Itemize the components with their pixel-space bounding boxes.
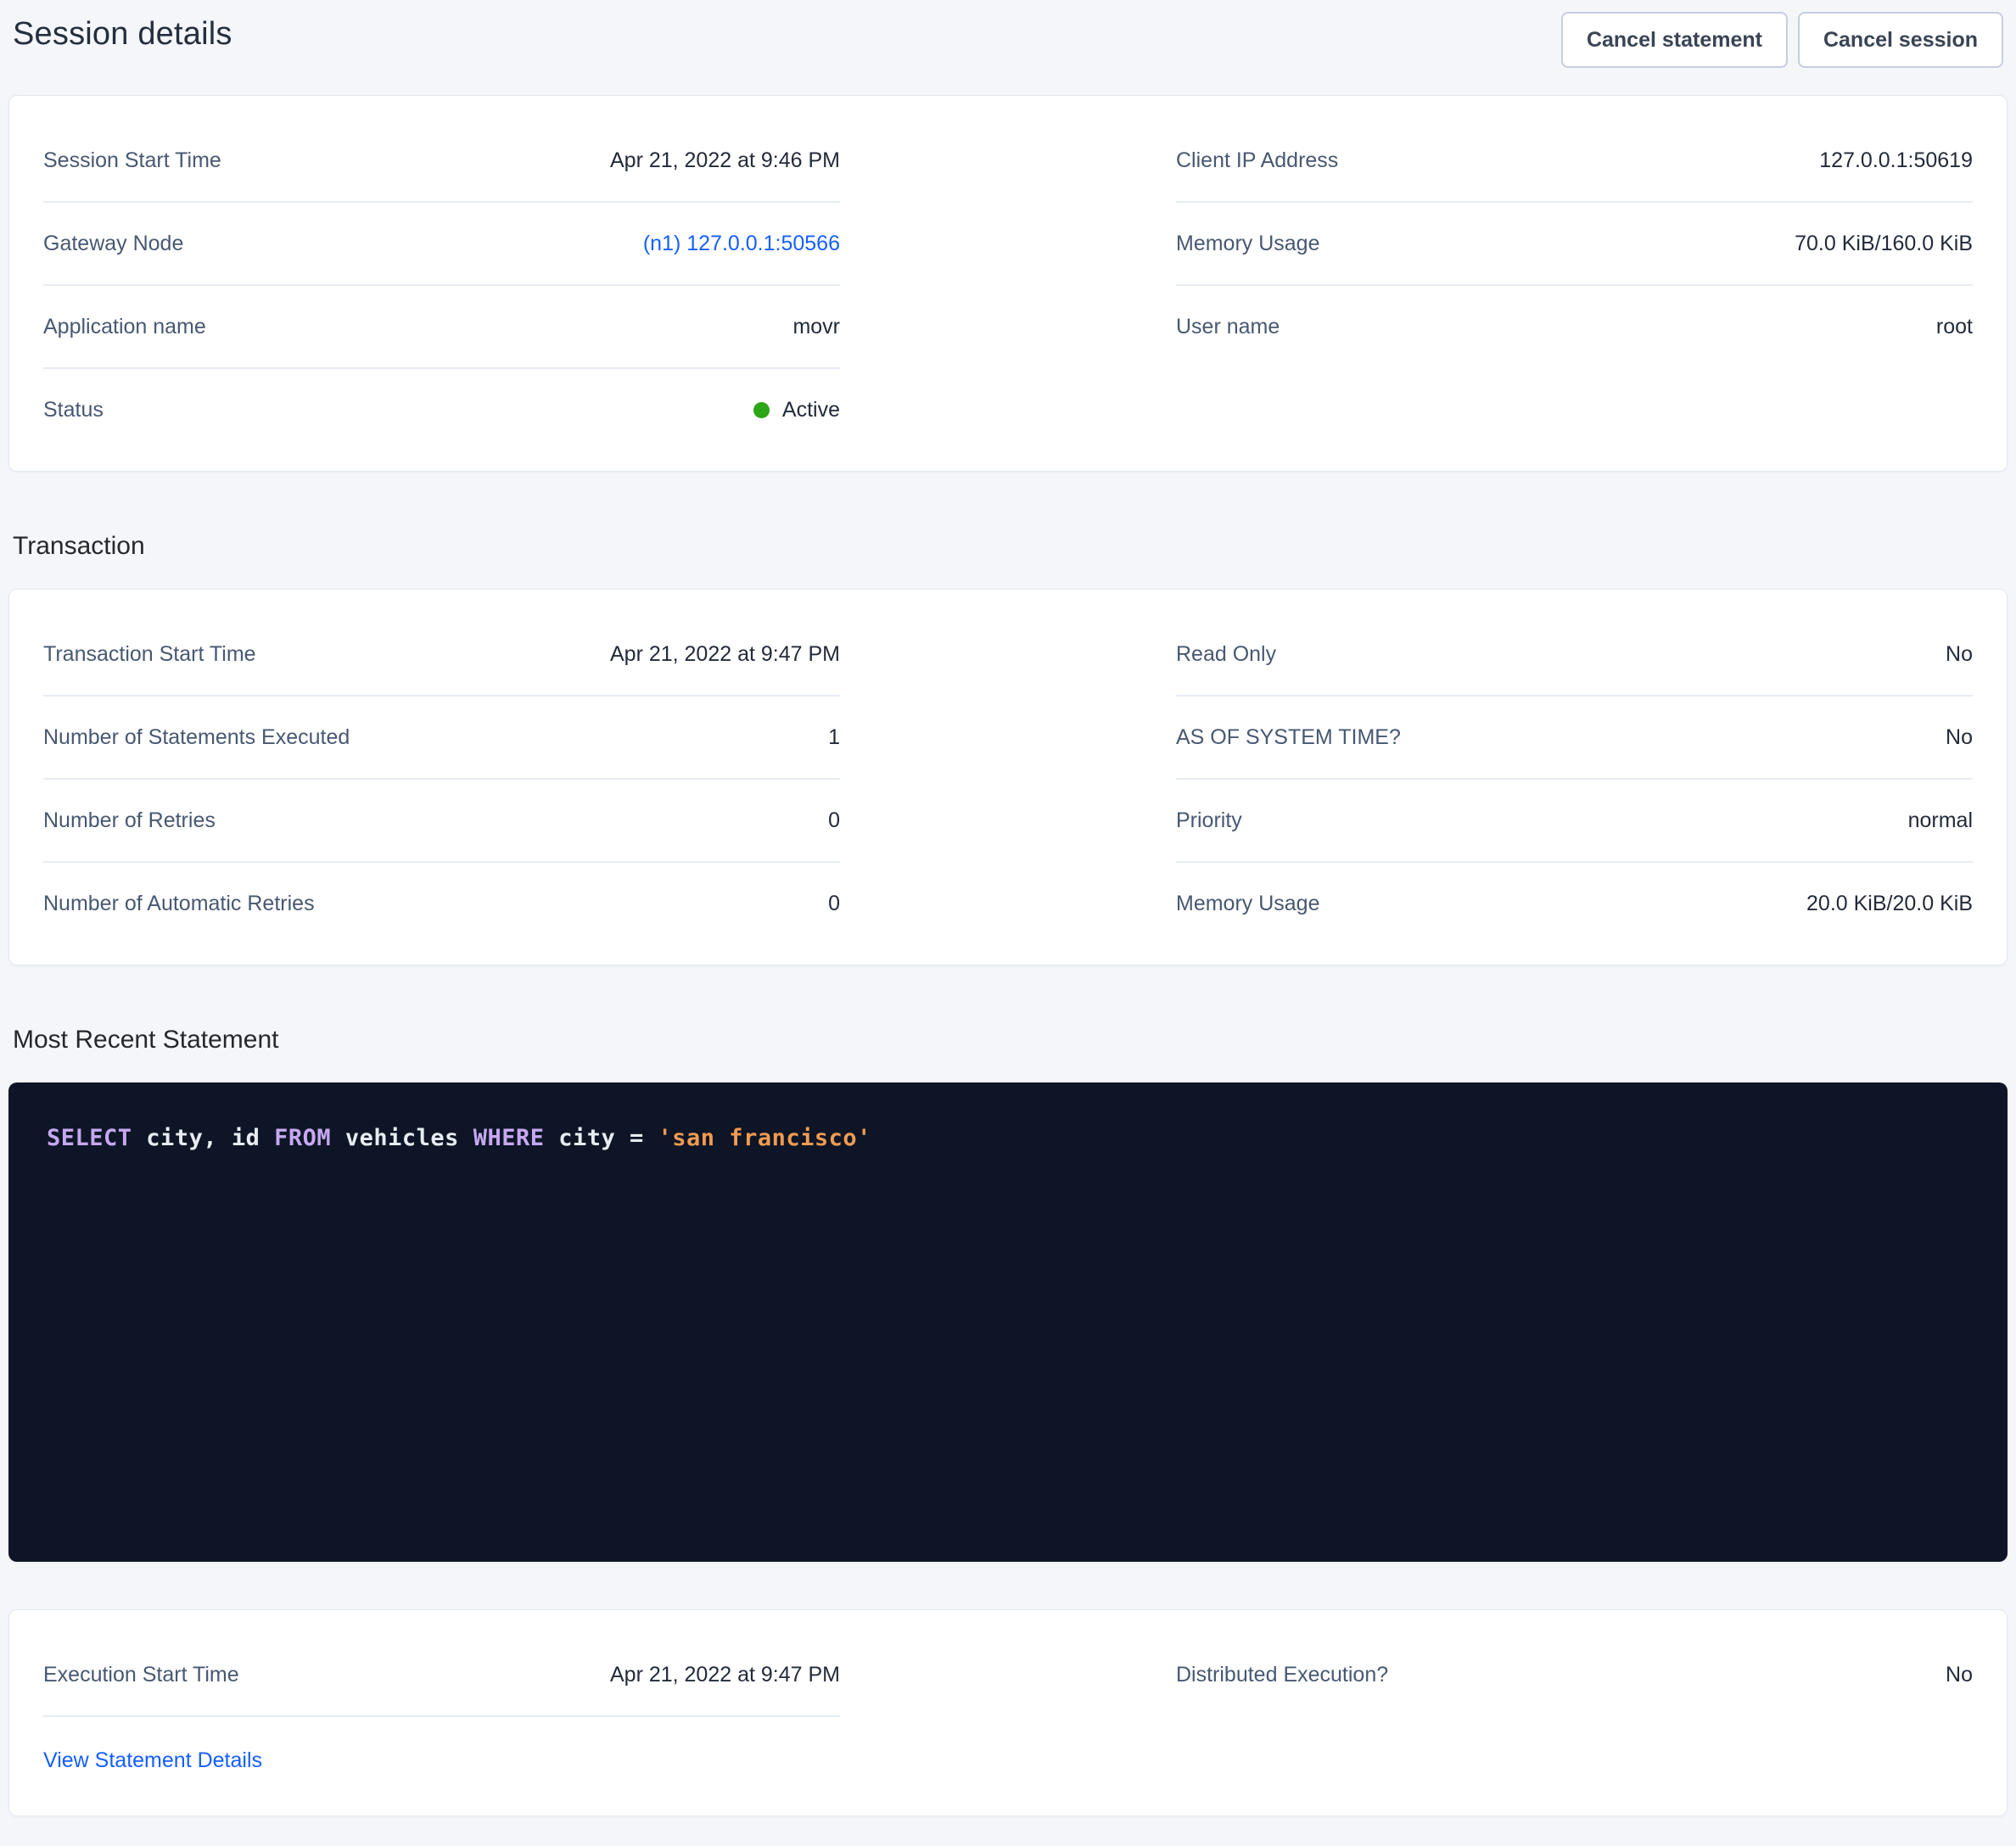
row-label: AS OF SYSTEM TIME? (1176, 724, 1401, 750)
view-statement-details-row: View Statement Details (43, 1717, 840, 1780)
row-label: Distributed Execution? (1176, 1662, 1388, 1687)
row-label: Number of Retries (43, 808, 216, 833)
transaction-right-column: Read Only No AS OF SYSTEM TIME? No Prior… (1176, 613, 1973, 944)
row-value: normal (1908, 808, 1973, 833)
execution-right-column: Distributed Execution? No (1176, 1634, 1973, 1715)
transaction-summary-card: Transaction Start Time Apr 21, 2022 at 9… (8, 589, 2008, 965)
sql-statement-box: SELECT city, id FROM vehicles WHERE city… (8, 1082, 2008, 1562)
row-value: 1 (828, 724, 840, 750)
row-value: No (1946, 641, 1973, 667)
summary-row-read-only: Read Only No (1176, 613, 1973, 696)
transaction-summary-grid: Transaction Start Time Apr 21, 2022 at 9… (9, 590, 2007, 965)
sql-token-keyword: WHERE (473, 1125, 545, 1151)
summary-row-client-ip: Client IP Address 127.0.0.1:50619 (1176, 120, 1973, 203)
row-label: Session Start Time (43, 148, 221, 173)
summary-row-priority: Priority normal (1176, 780, 1973, 863)
status-badge: Active (782, 397, 840, 422)
summary-row-transaction-memory-usage: Memory Usage 20.0 KiB/20.0 KiB (1176, 863, 1973, 944)
sql-token-plain: city = (544, 1125, 658, 1151)
execution-left-column: Execution Start Time Apr 21, 2022 at 9:4… (43, 1634, 840, 1780)
row-label: Read Only (1176, 641, 1276, 667)
gateway-node-link[interactable]: (n1) 127.0.0.1:50566 (643, 231, 840, 256)
row-label: User name (1176, 314, 1280, 339)
row-value: Apr 21, 2022 at 9:46 PM (610, 148, 840, 173)
sql-token-plain: city, id (132, 1125, 275, 1151)
row-label: Application name (43, 314, 206, 339)
summary-row-automatic-retries: Number of Automatic Retries 0 (43, 863, 840, 944)
sql-token-plain: vehicles (331, 1125, 473, 1151)
transaction-left-column: Transaction Start Time Apr 21, 2022 at 9… (43, 613, 840, 944)
summary-row-number-of-retries: Number of Retries 0 (43, 780, 840, 863)
header-actions: Cancel statement Cancel session (1561, 12, 2003, 68)
row-label: Transaction Start Time (43, 641, 256, 667)
row-label: Memory Usage (1176, 891, 1320, 916)
row-label: Number of Statements Executed (43, 724, 350, 750)
session-summary-grid: Session Start Time Apr 21, 2022 at 9:46 … (9, 96, 2007, 471)
row-value: 20.0 KiB/20.0 KiB (1806, 891, 1973, 916)
session-details-page: Session details Cancel statement Cancel … (0, 0, 2016, 1846)
row-value: 0 (828, 891, 840, 916)
sql-token-keyword: SELECT (47, 1125, 132, 1151)
row-label: Priority (1176, 808, 1242, 833)
page-header: Session details Cancel statement Cancel … (8, 12, 2008, 68)
row-value: Apr 21, 2022 at 9:47 PM (610, 1662, 840, 1687)
row-value: 127.0.0.1:50619 (1819, 148, 1973, 173)
summary-row-session-memory-usage: Memory Usage 70.0 KiB/160.0 KiB (1176, 203, 1973, 286)
row-label: Execution Start Time (43, 1662, 239, 1687)
summary-row-transaction-start-time: Transaction Start Time Apr 21, 2022 at 9… (43, 613, 840, 696)
session-summary-left-column: Session Start Time Apr 21, 2022 at 9:46 … (43, 120, 840, 450)
row-label: Client IP Address (1176, 148, 1338, 173)
summary-row-distributed-execution: Distributed Execution? No (1176, 1634, 1973, 1715)
cancel-session-button[interactable]: Cancel session (1798, 12, 2003, 68)
summary-row-as-of-system-time: AS OF SYSTEM TIME? No (1176, 696, 1973, 780)
sql-statement-code: SELECT city, id FROM vehicles WHERE city… (47, 1123, 1969, 1154)
summary-row-user-name: User name root (1176, 286, 1973, 367)
row-value: movr (792, 314, 840, 339)
page-title: Session details (13, 12, 232, 56)
sql-token-string: 'san francisco' (658, 1125, 871, 1151)
session-summary-right-column: Client IP Address 127.0.0.1:50619 Memory… (1176, 120, 1973, 367)
summary-row-statements-executed: Number of Statements Executed 1 (43, 696, 840, 780)
summary-row-gateway-node: Gateway Node (n1) 127.0.0.1:50566 (43, 203, 840, 286)
session-status: Active (753, 397, 840, 422)
cancel-statement-button[interactable]: Cancel statement (1561, 12, 1788, 68)
row-label: Number of Automatic Retries (43, 891, 315, 916)
summary-row-session-start-time: Session Start Time Apr 21, 2022 at 9:46 … (43, 120, 840, 203)
session-summary-card: Session Start Time Apr 21, 2022 at 9:46 … (8, 95, 2008, 472)
sql-token-keyword: FROM (274, 1125, 331, 1151)
row-value: No (1946, 724, 1973, 750)
row-value: root (1936, 314, 1973, 339)
row-label: Gateway Node (43, 231, 183, 256)
row-label: Memory Usage (1176, 231, 1320, 256)
row-value: Apr 21, 2022 at 9:47 PM (610, 641, 840, 667)
most-recent-statement-heading: Most Recent Statement (13, 1025, 2003, 1055)
execution-summary-card: Execution Start Time Apr 21, 2022 at 9:4… (8, 1609, 2008, 1816)
summary-row-execution-start-time: Execution Start Time Apr 21, 2022 at 9:4… (43, 1634, 840, 1717)
summary-row-status: Status Active (43, 369, 840, 450)
view-statement-details-link[interactable]: View Statement Details (43, 1748, 262, 1772)
row-value: 0 (828, 808, 840, 833)
row-value: 70.0 KiB/160.0 KiB (1795, 231, 1973, 256)
row-value: No (1946, 1662, 1973, 1687)
transaction-section-heading: Transaction (13, 531, 2003, 562)
summary-row-application-name: Application name movr (43, 286, 840, 369)
row-label: Status (43, 397, 104, 422)
execution-summary-grid: Execution Start Time Apr 21, 2022 at 9:4… (9, 1610, 2007, 1815)
status-active-dot-icon (753, 402, 770, 418)
